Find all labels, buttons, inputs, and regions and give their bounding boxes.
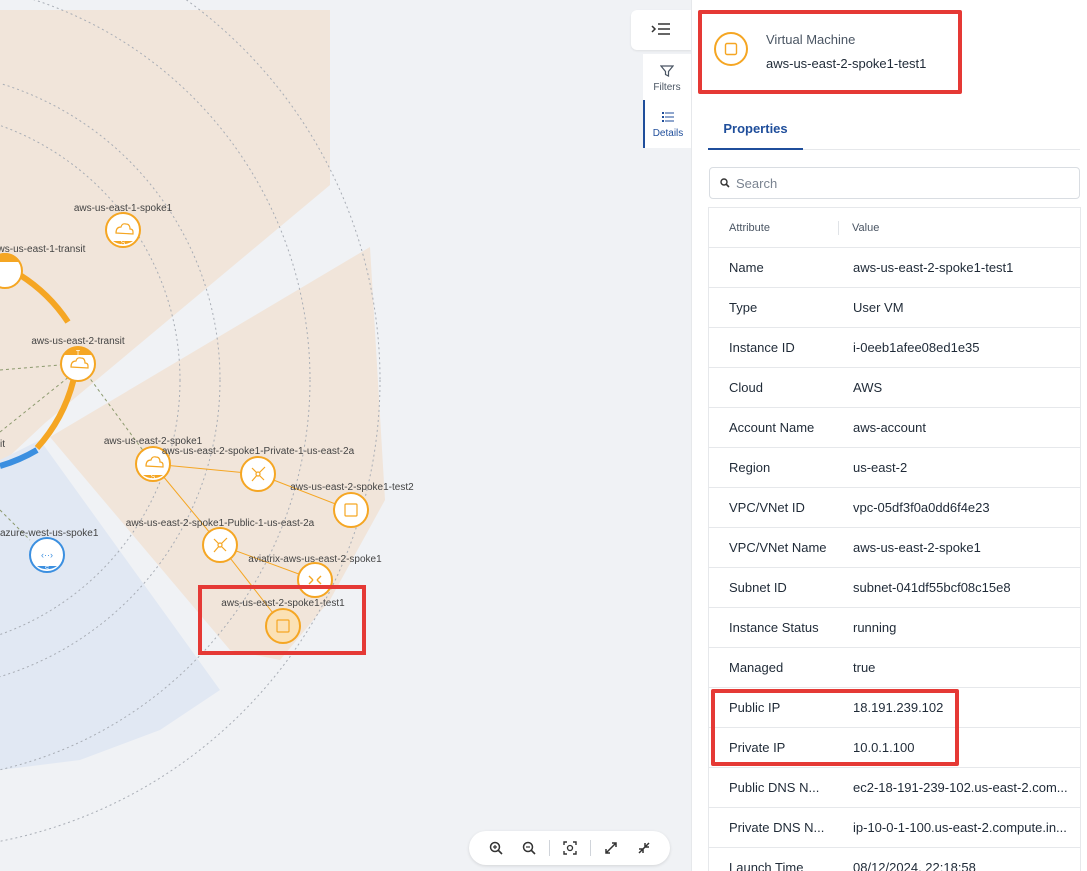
node-label: aviatrix-aws-us-east-2-spoke1: [248, 554, 382, 565]
attribute-cell: Name: [729, 260, 764, 275]
node-label: azure-west-us-spoke1: [0, 528, 99, 539]
fit-view-button[interactable]: [557, 835, 583, 861]
node-label: aws-us-east-2-transit: [31, 336, 125, 347]
attribute-cell: Public DNS N...: [729, 780, 820, 795]
side-tab-bar: Filters Details: [631, 8, 691, 871]
attribute-cell: Managed: [729, 660, 784, 675]
table-row[interactable]: Public DNS N... ec2-18-191-239-102.us-eas…: [709, 768, 1080, 808]
attribute-cell: Public IP: [729, 700, 781, 715]
topology-graph[interactable]: S aws-us-east-1-spoke1 aws-us-east-1-tra…: [0, 0, 691, 871]
table-row[interactable]: Private DNS N... ip-10-0-1-100.us-east-2.…: [709, 808, 1080, 848]
table-row[interactable]: Cloud AWS: [709, 368, 1080, 408]
table-row[interactable]: Type User VM: [709, 288, 1080, 328]
resource-type: Virtual Machine: [766, 32, 856, 47]
attribute-cell: Account Name: [729, 420, 815, 435]
zoom-out-button[interactable]: [516, 835, 542, 861]
panel-tabs: Properties: [708, 108, 1080, 150]
virtual-machine-icon: [714, 32, 748, 66]
attribute-cell: Instance Status: [729, 620, 819, 635]
svg-text:‹··›: ‹··›: [41, 550, 53, 560]
tab-properties[interactable]: Properties: [708, 108, 803, 150]
value-cell: running: [853, 620, 897, 635]
value-cell: 08/12/2024, 22:18:58: [853, 860, 976, 871]
svg-text:S: S: [45, 566, 50, 573]
value-cell: us-east-2: [853, 460, 908, 475]
table-body: Name aws-us-east-2-spoke1-test1 Type User V…: [709, 248, 1080, 871]
value-cell: aws-account: [853, 420, 926, 435]
search-input[interactable]: [736, 175, 1036, 191]
collapse-panel-icon: [651, 23, 670, 35]
svg-text:S: S: [151, 474, 156, 481]
table-row[interactable]: Instance ID i-0eeb1afee08ed1e35: [709, 328, 1080, 368]
zoom-in-button[interactable]: [483, 835, 509, 861]
table-row[interactable]: Region us-east-2: [709, 448, 1080, 488]
attribute-cell: Cloud: [729, 380, 763, 395]
node-label: aws-us-east-2-spoke1-Private-1-us-east-2…: [162, 446, 355, 457]
value-cell: User VM: [853, 300, 904, 315]
tab-details[interactable]: Details: [643, 100, 691, 148]
value-cell: i-0eeb1afee08ed1e35: [853, 340, 980, 355]
attribute-cell: Private DNS N...: [729, 820, 825, 835]
filter-icon: [660, 64, 674, 77]
attribute-cell: Subnet ID: [729, 580, 787, 595]
value-cell: subnet-041df55bcf08c15e8: [853, 580, 1011, 595]
attribute-cell: Launch Time: [729, 860, 804, 871]
tab-details-label: Details: [652, 127, 684, 139]
svg-text:T: T: [76, 350, 81, 357]
search-icon: [720, 178, 730, 188]
table-row[interactable]: Managed true: [709, 648, 1080, 688]
fit-view-icon: [562, 841, 577, 855]
table-row[interactable]: Instance Status running: [709, 608, 1080, 648]
tab-filters-label: Filters: [653, 81, 681, 93]
value-cell: aws-us-east-2-spoke1-test1: [853, 260, 1014, 275]
attribute-cell: Type: [729, 300, 758, 315]
svg-text:S: S: [121, 240, 126, 247]
tab-filters[interactable]: Filters: [643, 54, 691, 102]
node-label-partial: it: [0, 439, 5, 450]
attribute-cell: Private IP: [729, 740, 786, 755]
table-row[interactable]: Name aws-us-east-2-spoke1-test1: [709, 248, 1080, 288]
column-header-attribute[interactable]: Attribute: [709, 220, 839, 235]
value-cell: aws-us-east-2-spoke1: [853, 540, 981, 555]
node-label: aws-us-east-1-spoke1: [74, 203, 173, 214]
expand-button[interactable]: [598, 835, 624, 861]
value-cell: AWS: [853, 380, 883, 395]
table-row[interactable]: Account Name aws-account: [709, 408, 1080, 448]
table-row[interactable]: Subnet ID subnet-041df55bcf08c15e8: [709, 568, 1080, 608]
table-row[interactable]: VPC/VNet ID vpc-05df3f0a0dd6f4e23: [709, 488, 1080, 528]
table-row[interactable]: Private IP 10.0.1.100: [709, 728, 1080, 768]
expand-icon: [604, 842, 617, 854]
topology-canvas[interactable]: S aws-us-east-1-spoke1 aws-us-east-1-tra…: [0, 0, 691, 871]
node-label: aws-us-east-2-spoke1-test2: [290, 482, 414, 493]
value-cell: ip-10-0-1-100.us-east-2.compute.in...: [853, 820, 1067, 835]
node-label: aws-us-east-2-spoke1-Public-1-us-east-2a: [126, 518, 315, 529]
selected-resource-header: Virtual Machine aws-us-east-2-spoke1-tes…: [698, 10, 962, 94]
attribute-cell: Instance ID: [729, 340, 795, 355]
value-cell: 18.191.239.102: [853, 700, 944, 715]
node-label: aws-us-east-2-spoke1-test1: [221, 598, 345, 609]
node-label: aws-us-east-1-transit: [0, 244, 86, 255]
list-icon: [662, 111, 674, 122]
value-cell: 10.0.1.100: [853, 740, 915, 755]
table-row[interactable]: Public IP 18.191.239.102: [709, 688, 1080, 728]
column-header-value[interactable]: Value: [839, 222, 879, 234]
attribute-cell: VPC/VNet Name: [729, 540, 827, 555]
collapse-panel-button[interactable]: [631, 10, 691, 50]
details-panel: Virtual Machine aws-us-east-2-spoke1-tes…: [691, 0, 1087, 871]
attribute-cell: VPC/VNet ID: [729, 500, 805, 515]
search-box[interactable]: [709, 167, 1080, 199]
table-row[interactable]: Launch Time 08/12/2024, 22:18:58: [709, 848, 1080, 871]
value-cell: ec2-18-191-239-102.us-east-2.com...: [853, 780, 1068, 795]
zoom-in-icon: [489, 841, 503, 855]
table-header: Attribute Value: [709, 208, 1080, 248]
toolbar-divider: [548, 840, 550, 856]
toolbar-divider: [589, 840, 591, 856]
value-cell: true: [853, 660, 876, 675]
value-cell: vpc-05df3f0a0dd6f4e23: [853, 500, 990, 515]
resource-name: aws-us-east-2-spoke1-test1: [766, 56, 927, 71]
attribute-cell: Region: [729, 460, 771, 475]
properties-table: Attribute Value Name aws-us-east-2-spoke1…: [708, 207, 1081, 871]
table-row[interactable]: VPC/VNet Name aws-us-east-2-spoke1: [709, 528, 1080, 568]
zoom-out-icon: [522, 841, 536, 855]
